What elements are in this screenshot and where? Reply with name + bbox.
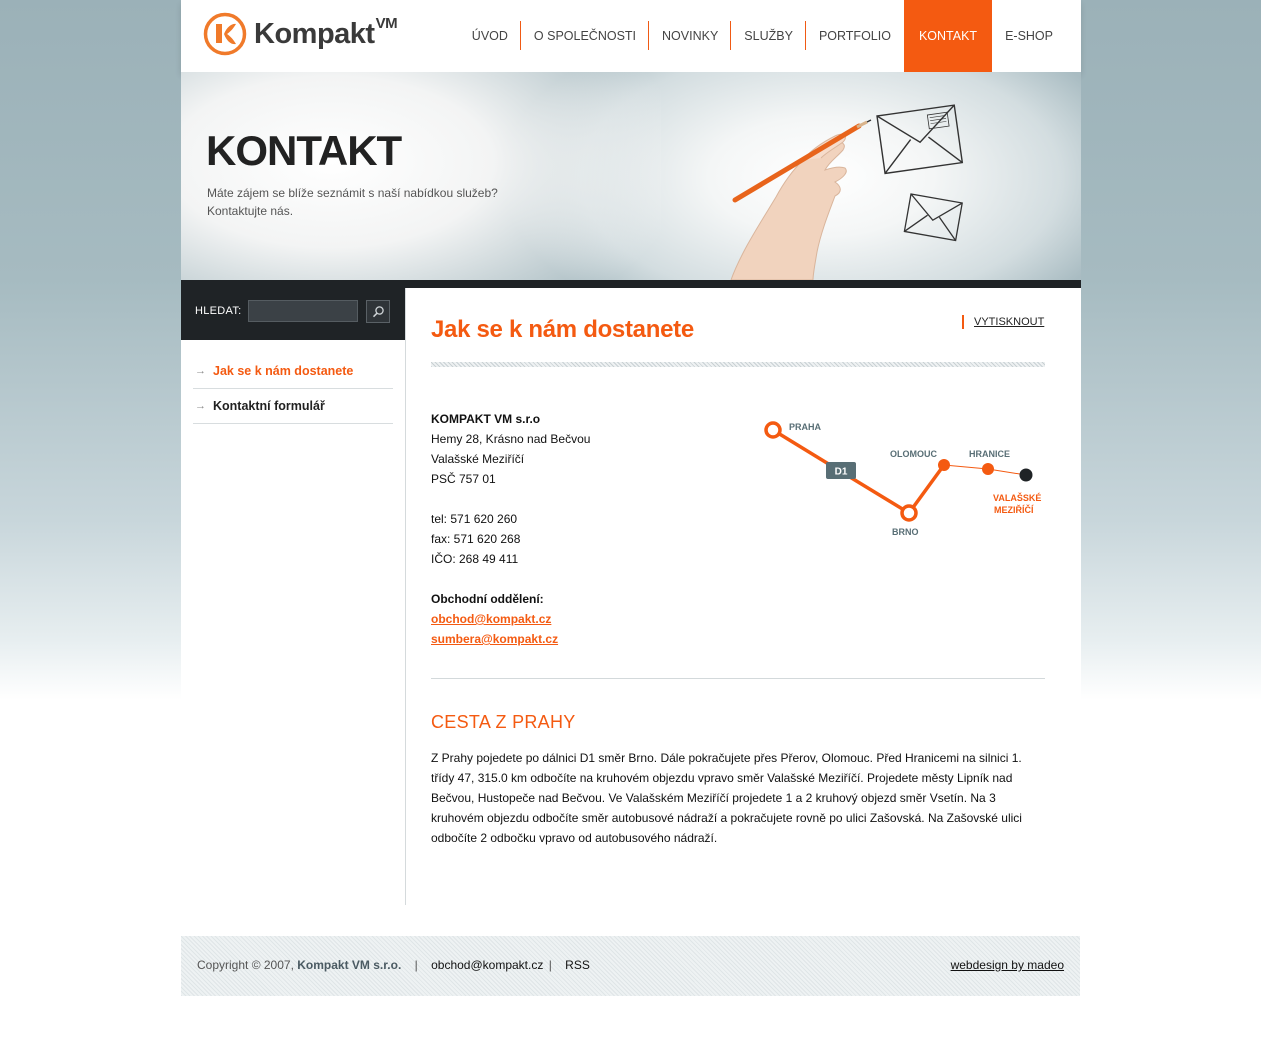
street: Hemy 28, Krásno nad Bečvou (431, 432, 591, 446)
nav-item-o-spolecnosti[interactable]: O SPOLEČNOSTI (521, 0, 650, 72)
city-label-brno: BRNO (892, 527, 919, 537)
banner-subtitle: Máte zájem se blíže seznámit s naší nabí… (207, 184, 567, 220)
arrow-right-icon: → (195, 365, 206, 377)
footer-separator: | (548, 958, 552, 972)
city-label-valasske: VALAŠSKÉ (993, 492, 1041, 503)
banner-glow (181, 72, 661, 280)
search-input[interactable] (248, 300, 358, 322)
search-box: HLEDAT: (181, 280, 405, 340)
contact-address: KOMPAKT VM s.r.o Hemy 28, Krásno nad Beč… (431, 409, 590, 649)
sidebar-item-label: Kontaktní formulář (213, 399, 325, 413)
phone: tel: 571 620 260 (431, 512, 518, 526)
page-banner: KONTAKT Máte zájem se blíže seznámit s n… (181, 72, 1081, 280)
search-label: HLEDAT: (195, 305, 242, 317)
rss-link[interactable]: RSS (565, 958, 590, 972)
site-footer: Copyright © 2007, Kompakt VM s.r.o. | ob… (181, 936, 1080, 996)
route-map: D1 PRAHA BRNO OLOMOUC HRANICE VALAŠSKÉ M… (764, 421, 1041, 537)
company-id: IČO: 268 49 411 (431, 552, 519, 566)
hand-drawing-envelopes-illustration (730, 104, 964, 280)
zip-code: PSČ 757 01 (431, 472, 496, 486)
nav-item-sluzby[interactable]: SLUŽBY (731, 0, 806, 72)
footer-separator: | (414, 958, 418, 972)
banner-subtitle-line2: Kontaktujte nás. (207, 204, 294, 218)
directions-text: Z Prahy pojedete po dálnici D1 směr Brno… (431, 751, 1022, 845)
sidebar: HLEDAT: → Jak se k nám dostanete → Konta… (181, 280, 405, 905)
road-label: D1 (835, 467, 848, 478)
arrow-right-icon: → (195, 400, 206, 412)
city-label-mezirici: MEZIŘÍČÍ (994, 504, 1034, 515)
sales-department-label: Obchodní oddělení: (431, 592, 544, 606)
city-marker-olomouc (938, 459, 950, 471)
email-link-obchod[interactable]: obchod@kompakt.cz (431, 612, 551, 626)
footer-left: Copyright © 2007, Kompakt VM s.r.o. | ob… (197, 958, 590, 972)
city-label-olomouc: OLOMOUC (890, 449, 937, 459)
search-button[interactable] (366, 300, 390, 323)
sidebar-item-kontaktni-formular[interactable]: → Kontaktní formulář (193, 389, 393, 424)
city-marker-praha (764, 421, 782, 439)
nav-item-kontakt[interactable]: KONTAKT (903, 0, 993, 72)
logo[interactable]: KompaktVM (203, 12, 398, 56)
nav-item-novinky[interactable]: NOVINKY (649, 0, 732, 72)
logo-text: KompaktVM (254, 14, 398, 50)
page-title: Jak se k nám dostanete (431, 316, 694, 343)
banner-title: KONTAKT (206, 127, 402, 174)
main-nav: ÚVOD O SPOLEČNOSTI NOVINKY SLUŽBY PORTFO… (459, 0, 1081, 72)
print-link[interactable]: VYTISKNOUT (962, 315, 1044, 329)
sidebar-item-label: Jak se k nám dostanete (213, 364, 354, 378)
city-marker-valasske-mezirici (1019, 468, 1033, 482)
copyright-text: Copyright © 2007, (197, 958, 294, 972)
city-label-hranice: HRANICE (969, 449, 1010, 459)
city: Valašské Meziříčí (431, 452, 525, 466)
section-divider (431, 678, 1045, 679)
footer-company: Kompakt VM s.r.o. (297, 958, 402, 972)
webdesign-credit-link[interactable]: webdesign by madeo (951, 958, 1064, 972)
sidebar-menu: → Jak se k nám dostanete → Kontaktní for… (193, 354, 393, 424)
city-marker-brno (900, 504, 918, 522)
company-name: KOMPAKT VM s.r.o (431, 412, 541, 426)
search-icon (372, 306, 384, 318)
title-underline (431, 362, 1045, 367)
logo-icon (203, 12, 247, 56)
main-content: Jak se k nám dostanete VYTISKNOUT KOMPAK… (406, 288, 1081, 905)
nav-item-portfolio[interactable]: PORTFOLIO (806, 0, 904, 72)
sidebar-item-jak-se-k-nam-dostanete[interactable]: → Jak se k nám dostanete (193, 354, 393, 389)
city-marker-hranice (982, 463, 994, 475)
city-label-praha: PRAHA (789, 422, 822, 432)
nav-item-uvod[interactable]: ÚVOD (459, 0, 522, 72)
email-link-sumbera[interactable]: sumbera@kompakt.cz (431, 632, 558, 646)
footer-email-link[interactable]: obchod@kompakt.cz (431, 958, 543, 972)
nav-item-e-shop[interactable]: E-SHOP (992, 0, 1081, 72)
banner-subtitle-line1: Máte zájem se blíže seznámit s naší nabí… (207, 186, 498, 200)
fax: fax: 571 620 268 (431, 532, 521, 546)
site-header: KompaktVM ÚVOD O SPOLEČNOSTI NOVINKY SLU… (181, 0, 1081, 72)
section-title: CESTA Z PRAHY (431, 712, 576, 732)
